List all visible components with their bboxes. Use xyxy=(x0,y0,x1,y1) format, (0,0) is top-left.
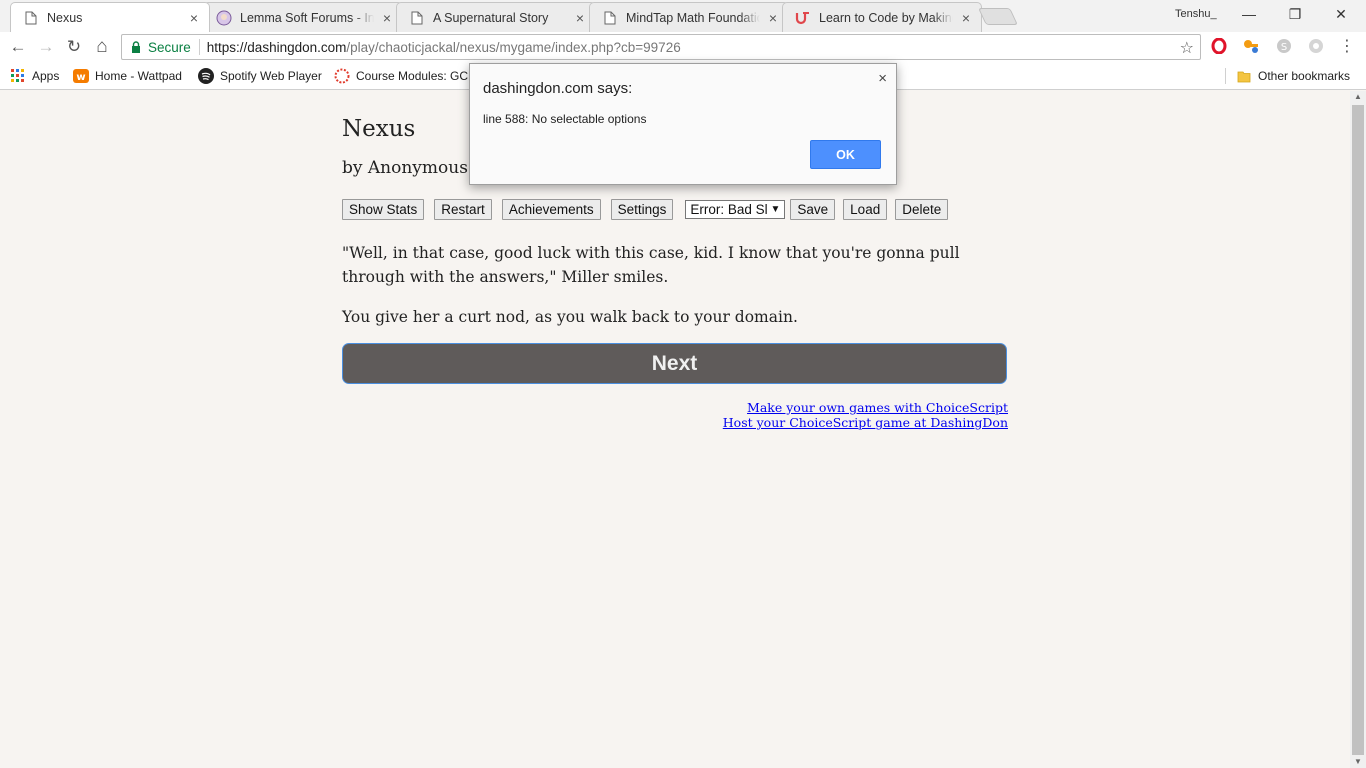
next-button[interactable]: Next xyxy=(342,343,1007,384)
profile-name[interactable]: Tenshu_ xyxy=(1175,8,1217,20)
page-icon xyxy=(409,10,425,26)
skype-extension-icon[interactable]: S xyxy=(1275,37,1293,55)
bookmark-wattpad[interactable]: w Home - Wattpad xyxy=(73,68,182,84)
page-icon xyxy=(602,10,618,26)
close-icon[interactable]: × xyxy=(959,11,973,25)
canvas-icon xyxy=(334,68,350,84)
bookmark-star-icon[interactable]: ☆ xyxy=(1180,38,1194,58)
close-icon[interactable]: × xyxy=(187,11,201,25)
page-icon xyxy=(23,10,39,26)
tab-strip: Nexus × Lemma Soft Forums - Ind × A Supe… xyxy=(0,0,1366,32)
story-text: "Well, in that case, good luck with this… xyxy=(342,241,1008,345)
home-icon[interactable]: ⌂ xyxy=(88,33,116,61)
address-bar[interactable]: Secure https://dashingdon.com /play/chao… xyxy=(121,34,1201,60)
back-arrow-icon[interactable]: ← xyxy=(4,33,32,61)
tab-title: A Supernatural Story xyxy=(433,10,549,25)
menu-kebab-icon[interactable]: ⋮ xyxy=(1338,37,1356,55)
tab-title: Lemma Soft Forums - Ind xyxy=(240,10,374,25)
close-icon[interactable]: × xyxy=(573,11,587,25)
window-close-icon[interactable]: ✕ xyxy=(1318,0,1364,28)
scroll-up-icon[interactable]: ▲ xyxy=(1350,91,1366,103)
reload-icon[interactable]: ↻ xyxy=(60,33,88,61)
bookmark-other[interactable]: Other bookmarks xyxy=(1236,68,1350,84)
apps-grid-icon xyxy=(10,68,26,84)
omnibox-divider xyxy=(198,39,200,55)
load-button[interactable]: Load xyxy=(843,199,888,220)
save-slot-value: Error: Bad Sl xyxy=(690,202,768,217)
alert-dialog: dashingdon.com says: × line 588: No sele… xyxy=(469,63,897,185)
lock-icon xyxy=(132,41,140,53)
tab-supernatural-story[interactable]: A Supernatural Story × xyxy=(396,2,596,32)
save-button[interactable]: Save xyxy=(790,199,836,220)
tab-nexus[interactable]: Nexus × xyxy=(10,2,210,32)
url-host: https://dashingdon.com xyxy=(206,39,347,55)
dashingdon-host-link[interactable]: Host your ChoiceScript game at DashingDo… xyxy=(723,415,1008,430)
page-viewport: Nexus by Anonymous Show Stats Restart Ac… xyxy=(0,91,1350,768)
save-slot-select[interactable]: Error: Bad Sl ▼ xyxy=(685,200,786,219)
new-tab-button[interactable] xyxy=(978,8,1018,25)
ok-button[interactable]: OK xyxy=(810,140,881,169)
udemy-icon xyxy=(795,10,811,26)
close-icon[interactable]: × xyxy=(766,11,780,25)
choicescript-link[interactable]: Make your own games with ChoiceScript xyxy=(723,400,1008,415)
folder-icon xyxy=(1236,68,1252,84)
delete-button[interactable]: Delete xyxy=(895,199,949,220)
bookmark-apps[interactable]: Apps xyxy=(10,68,59,84)
vertical-scrollbar[interactable]: ▲ ▼ xyxy=(1350,91,1366,768)
bookmark-course-modules[interactable]: Course Modules: GC xyxy=(334,68,468,84)
tab-lemma-soft-forums[interactable]: Lemma Soft Forums - Ind × xyxy=(203,2,403,32)
url-path: /play/chaoticjackal/nexus/mygame/index.p… xyxy=(346,39,681,55)
show-stats-button[interactable]: Show Stats xyxy=(342,199,425,220)
dialog-title: dashingdon.com says: xyxy=(483,80,633,97)
key-extension-icon[interactable] xyxy=(1242,37,1260,55)
bookmark-spotify[interactable]: Spotify Web Player xyxy=(198,68,322,84)
tab-title: MindTap Math Foundatio xyxy=(626,10,760,25)
dialog-close-icon[interactable]: × xyxy=(878,70,887,87)
scroll-down-icon[interactable]: ▼ xyxy=(1350,756,1366,768)
bookmark-label: Apps xyxy=(32,69,60,83)
scrollbar-thumb[interactable] xyxy=(1352,105,1364,755)
close-icon[interactable]: × xyxy=(380,11,394,25)
svg-text:S: S xyxy=(1281,42,1287,53)
restore-icon[interactable]: ❐ xyxy=(1272,0,1318,28)
game-author: by Anonymous xyxy=(342,158,468,178)
browser-toolbar: ← → ↻ ⌂ Secure https://dashingdon.com /p… xyxy=(0,32,1366,62)
dropdown-arrow-icon: ▼ xyxy=(770,204,781,215)
opera-extension-icon[interactable] xyxy=(1210,37,1228,55)
disabled-extension-icon[interactable] xyxy=(1307,37,1325,55)
bookmark-label: Course Modules: GC xyxy=(356,69,469,83)
tab-learn-to-code[interactable]: Learn to Code by Making × xyxy=(782,2,982,32)
spotify-icon xyxy=(198,68,214,84)
bookmark-label: Spotify Web Player xyxy=(220,69,322,83)
settings-button[interactable]: Settings xyxy=(610,199,674,220)
bookmarks-divider xyxy=(1225,68,1226,84)
tab-title: Nexus xyxy=(47,10,83,25)
achievements-button[interactable]: Achievements xyxy=(501,199,601,220)
footer-links: Make your own games with ChoiceScript Ho… xyxy=(723,400,1008,430)
dialog-message: line 588: No selectable options xyxy=(483,112,647,126)
forward-arrow-icon[interactable]: → xyxy=(32,33,60,61)
game-title: Nexus xyxy=(342,116,416,142)
minimize-icon[interactable]: — xyxy=(1226,0,1272,28)
bookmark-label: Other bookmarks xyxy=(1258,69,1351,83)
avatar-icon xyxy=(216,10,232,26)
bookmark-label: Home - Wattpad xyxy=(95,69,182,83)
story-paragraph: You give her a curt nod, as you walk bac… xyxy=(342,308,798,326)
tab-mindtap[interactable]: MindTap Math Foundatio × xyxy=(589,2,789,32)
restart-button[interactable]: Restart xyxy=(434,199,492,220)
secure-label: Secure xyxy=(148,39,191,55)
story-paragraph: "Well, in that case, good luck with this… xyxy=(342,244,960,286)
tab-title: Learn to Code by Making xyxy=(819,10,953,25)
svg-text:w: w xyxy=(76,72,85,83)
wattpad-icon: w xyxy=(73,68,89,84)
game-toolbar: Show Stats Restart Achievements Settings… xyxy=(342,199,949,220)
